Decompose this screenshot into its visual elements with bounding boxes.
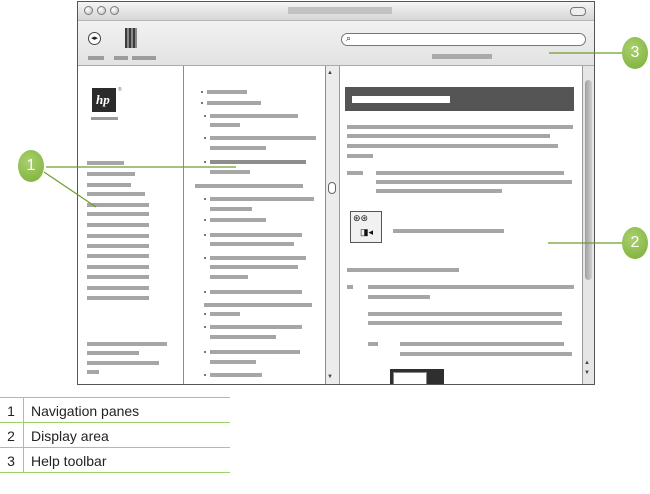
- legend-row: 3 Help toolbar: [0, 448, 230, 473]
- callout-1-leader-b: [43, 171, 97, 208]
- callout-1: 1: [18, 150, 44, 182]
- legend-label: Navigation panes: [31, 403, 140, 419]
- legend-number: 2: [7, 428, 15, 444]
- legend-number: 3: [7, 453, 15, 469]
- legend-number: 1: [7, 403, 15, 419]
- legend-divider: [23, 423, 24, 447]
- legend-row: 2 Display area: [0, 423, 230, 448]
- legend-divider: [23, 448, 24, 472]
- legend-row: 1 Navigation panes: [0, 397, 230, 423]
- legend-divider: [23, 398, 24, 422]
- legend-label: Display area: [31, 428, 109, 444]
- callout-2: 2: [622, 227, 648, 259]
- callout-3: 3: [622, 37, 648, 69]
- callout-legend-table: 1 Navigation panes 2 Display area 3 Help…: [0, 397, 230, 473]
- legend-label: Help toolbar: [31, 453, 107, 469]
